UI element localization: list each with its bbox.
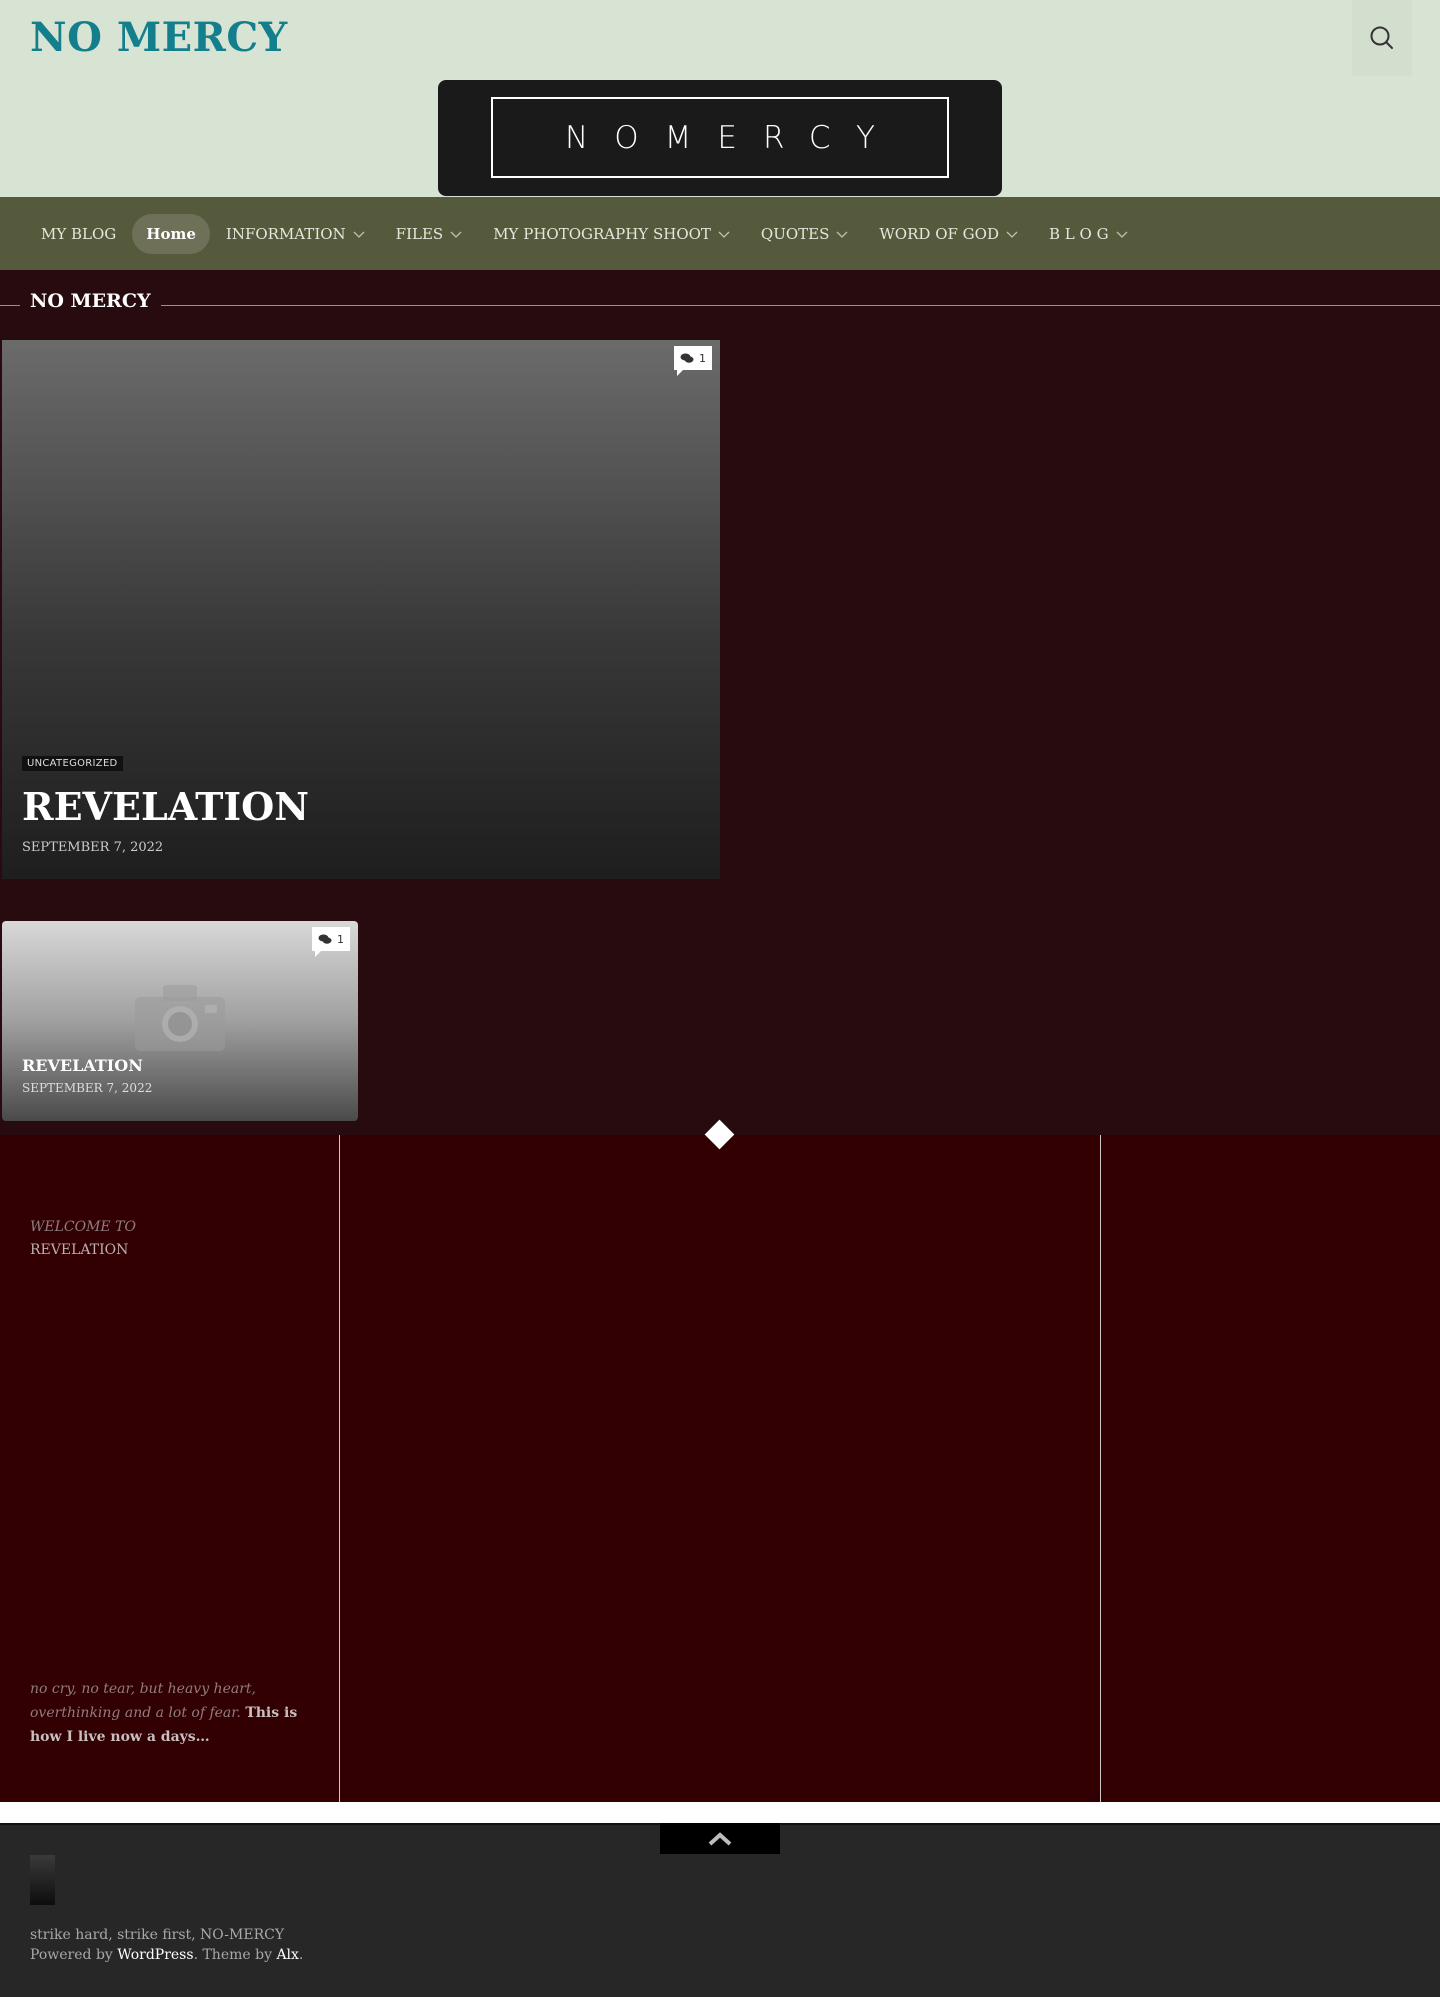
- comment-count-badge[interactable]: 1: [312, 927, 350, 957]
- post-card[interactable]: 1 REVELATION SEPTEMBER 7, 2022: [2, 921, 358, 1121]
- search-icon: [1370, 26, 1393, 49]
- quote-text: no cry, no tear, but heavy heart, overth…: [30, 1677, 300, 1749]
- nav-item-label: MY PHOTOGRAPHY SHOOT: [493, 224, 711, 243]
- column-divider: [1100, 1135, 1101, 1802]
- nav-item-files[interactable]: FILES: [382, 214, 478, 254]
- chevron-down-icon: [836, 231, 848, 238]
- section-title: NO MERCY: [20, 290, 161, 312]
- theme-author-link[interactable]: Alx: [276, 1947, 298, 1963]
- comment-count: 1: [337, 932, 344, 946]
- nav-item-label: QUOTES: [760, 224, 830, 243]
- nav-item-home[interactable]: Home: [132, 213, 210, 254]
- featured-post[interactable]: 1 UNCATEGORIZED REVELATION SEPTEMBER 7, …: [2, 340, 720, 879]
- category-badge[interactable]: UNCATEGORIZED: [22, 756, 123, 771]
- back-to-top-button[interactable]: [660, 1823, 780, 1854]
- main-navigation: MY BLOG Home INFORMATION FILES MY PHOTOG…: [0, 197, 1440, 270]
- theme-prefix: . Theme by: [193, 1947, 277, 1963]
- comment-count-badge[interactable]: 1: [674, 346, 712, 376]
- post-date: SEPTEMBER 7, 2022: [22, 1081, 153, 1095]
- post-title[interactable]: REVELATION: [22, 1056, 143, 1075]
- nav-item-label: Home: [146, 224, 196, 243]
- nav-item-label: B L O G: [1048, 224, 1109, 243]
- nav-item-information[interactable]: INFORMATION: [212, 214, 380, 254]
- site-title-link[interactable]: NO MERCY: [30, 14, 288, 61]
- nav-item-quotes[interactable]: QUOTES: [747, 214, 863, 254]
- theme-suffix: .: [298, 1947, 304, 1963]
- comment-count: 1: [699, 351, 706, 365]
- section-heading: NO MERCY: [0, 288, 1440, 322]
- featured-post-date: SEPTEMBER 7, 2022: [22, 840, 164, 855]
- featured-post-title[interactable]: REVELATION: [22, 784, 309, 829]
- chevron-up-icon: [708, 1831, 732, 1845]
- logo-text: NOMERCY: [491, 97, 949, 178]
- welcome-label: WELCOME TO: [30, 1219, 136, 1235]
- nav-item-label: INFORMATION: [225, 224, 346, 243]
- wordpress-link[interactable]: WordPress: [117, 1947, 193, 1963]
- header-logo[interactable]: NOMERCY: [438, 80, 1002, 196]
- chevron-down-icon: [353, 231, 365, 238]
- footer-tagline: strike hard, strike first, NO-MERCY: [30, 1927, 285, 1943]
- search-button[interactable]: [1352, 0, 1412, 76]
- comments-icon: [680, 353, 694, 363]
- camera-placeholder-icon: [135, 985, 225, 1051]
- footer-avatar: [30, 1855, 55, 1905]
- nav-item-blog[interactable]: B L O G: [1035, 214, 1143, 254]
- chevron-down-icon: [718, 231, 730, 238]
- nav-item-my-blog[interactable]: MY BLOG: [27, 214, 130, 254]
- footer-credits: Powered by WordPress. Theme by Alx.: [30, 1947, 303, 1963]
- quote-italic: no cry, no tear, but heavy heart, overth…: [30, 1681, 256, 1721]
- nav-item-label: WORD OF GOD: [879, 224, 999, 243]
- comments-icon: [318, 934, 332, 944]
- chevron-down-icon: [1006, 231, 1018, 238]
- nav-item-word-of-god[interactable]: WORD OF GOD: [865, 214, 1033, 254]
- chevron-down-icon: [450, 231, 462, 238]
- section-divider: [0, 305, 1440, 306]
- nav-item-label: MY BLOG: [41, 224, 117, 243]
- column-divider: [339, 1135, 340, 1802]
- welcome-title: REVELATION: [30, 1242, 129, 1258]
- site-header: NO MERCY NOMERCY: [0, 0, 1440, 197]
- chevron-down-icon: [1116, 231, 1128, 238]
- nav-item-my-photography-shoot[interactable]: MY PHOTOGRAPHY SHOOT: [479, 214, 745, 254]
- nav-item-label: FILES: [395, 224, 444, 243]
- footer-separator: [0, 1802, 1440, 1823]
- powered-prefix: Powered by: [30, 1947, 118, 1963]
